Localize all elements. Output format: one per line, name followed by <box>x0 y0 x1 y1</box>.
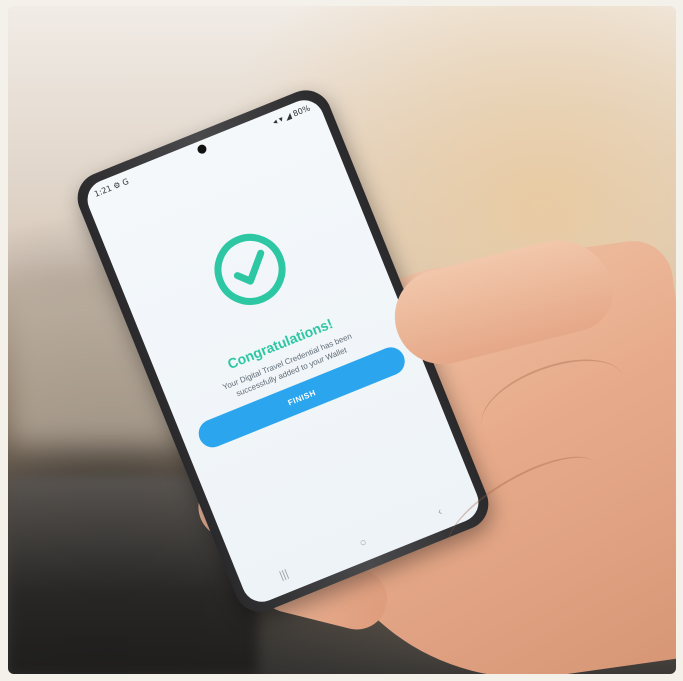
status-left: 1:21 ⚙ G <box>93 177 132 204</box>
recents-icon[interactable]: ||| <box>278 568 290 582</box>
status-time: 1:21 <box>93 183 114 199</box>
photo-background: 1:21 ⚙ G ◂ ▾ ◢ 80% Congratulations! Your… <box>8 6 676 674</box>
check-circle-icon <box>214 233 286 305</box>
status-icons-left: ⚙ G <box>112 176 131 192</box>
status-bar: 1:21 ⚙ G ◂ ▾ ◢ 80% <box>93 104 313 204</box>
back-icon[interactable]: ‹ <box>436 506 444 519</box>
home-icon[interactable]: ○ <box>358 536 369 550</box>
